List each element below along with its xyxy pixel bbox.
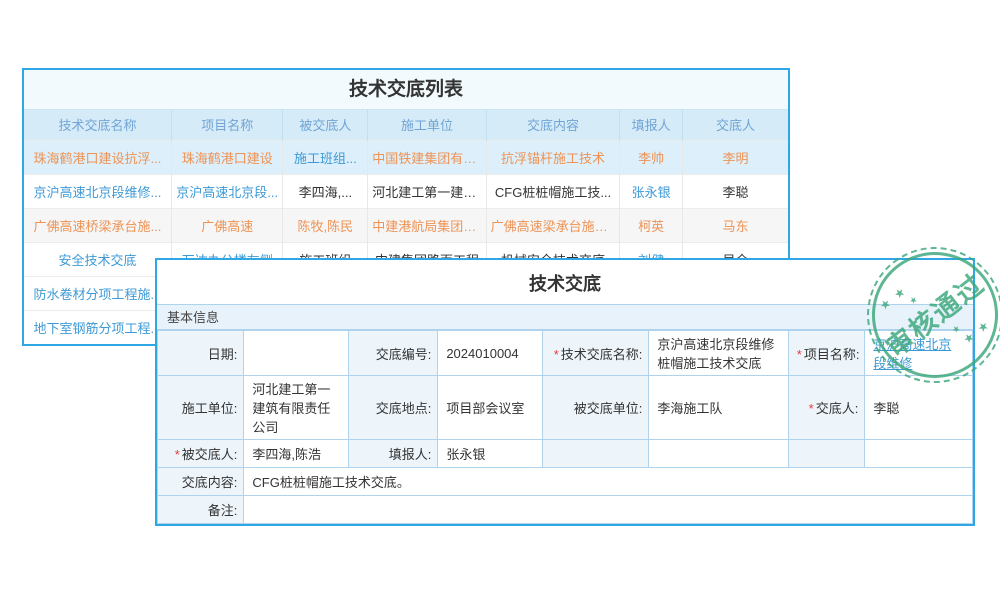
list-link-cell[interactable]: 京沪高速北京段...: [171, 174, 283, 208]
col-header-discloser: 交底人: [683, 110, 789, 140]
list-cell: 李帅: [620, 140, 683, 174]
list-cell: 李四海,...: [283, 174, 368, 208]
disclosure-form-panel: 技术交底 基本信息 日期: 交底编号: 2024010004 *技术交底名称: …: [155, 258, 975, 526]
list-cell: 珠海鹤港口建设抗浮...: [24, 140, 171, 174]
col-header-project-name: 项目名称: [171, 110, 283, 140]
list-cell: 李聪: [683, 174, 789, 208]
list-cell: 马东: [683, 208, 789, 242]
project-name-value: 京沪高速北京段维修: [865, 331, 973, 376]
list-cell: 河北建工第一建筑...: [368, 174, 486, 208]
section-basic-info: 基本信息: [157, 304, 973, 330]
table-row[interactable]: 珠海鹤港口建设抗浮...珠海鹤港口建设施工班组...中国铁建集团有限...抗浮锚…: [24, 140, 788, 174]
list-cell: 广佛高速梁承台施工...: [486, 208, 620, 242]
form-grid: 日期: 交底编号: 2024010004 *技术交底名称: 京沪高速北京段维修桩…: [157, 330, 973, 524]
builder-value: 河北建工第一建筑有限责任公司: [244, 376, 348, 440]
list-link-cell[interactable]: 防水卷材分项工程施...: [24, 276, 171, 310]
receivers-label: *被交底人:: [158, 440, 244, 468]
discloser-label: *交底人:: [788, 376, 865, 440]
number-value: 2024010004: [438, 331, 542, 376]
builder-label: 施工单位:: [158, 376, 244, 440]
disclosure-name-value: 京沪高速北京段维修桩帽施工技术交底: [649, 331, 788, 376]
place-label: 交底地点:: [348, 376, 438, 440]
list-title: 技术交底列表: [24, 70, 788, 110]
list-link-cell[interactable]: 施工班组...: [283, 140, 368, 174]
list-cell: CFG桩桩帽施工技...: [486, 174, 620, 208]
list-cell: 抗浮锚杆施工技术: [486, 140, 620, 174]
list-cell: 广佛高速: [171, 208, 283, 242]
form-title: 技术交底: [157, 260, 973, 304]
receive-unit-value: 李海施工队: [649, 376, 788, 440]
remark-label: 备注:: [158, 496, 244, 524]
project-name-label: *项目名称:: [788, 331, 865, 376]
list-link-cell[interactable]: 京沪高速北京段维修...: [24, 174, 171, 208]
empty-value-2: [865, 440, 973, 468]
table-header-row: 技术交底名称 项目名称 被交底人 施工单位 交底内容 填报人 交底人: [24, 110, 788, 140]
list-link-cell[interactable]: 张永银: [620, 174, 683, 208]
col-header-filler: 填报人: [620, 110, 683, 140]
list-link-cell[interactable]: 地下室钢筋分项工程...: [24, 310, 171, 344]
place-value: 项目部会议室: [438, 376, 542, 440]
col-header-disclosure-name: 技术交底名称: [24, 110, 171, 140]
empty-label-1: [542, 440, 649, 468]
project-link[interactable]: 京沪高速北京段维修: [873, 337, 951, 371]
number-label: 交底编号:: [348, 331, 438, 376]
col-header-receiver: 被交底人: [283, 110, 368, 140]
date-label: 日期:: [158, 331, 244, 376]
remark-value: [244, 496, 973, 524]
list-link-cell[interactable]: 安全技术交底: [24, 242, 171, 276]
date-value: [244, 331, 348, 376]
receivers-value: 李四海,陈浩: [244, 440, 348, 468]
disclosure-name-label: *技术交底名称:: [542, 331, 649, 376]
table-row[interactable]: 广佛高速桥梁承台施...广佛高速陈牧,陈民中建港航局集团有...广佛高速梁承台施…: [24, 208, 788, 242]
list-cell: 中建港航局集团有...: [368, 208, 486, 242]
receive-unit-label: 被交底单位:: [542, 376, 649, 440]
table-row[interactable]: 京沪高速北京段维修...京沪高速北京段...李四海,...河北建工第一建筑...…: [24, 174, 788, 208]
list-cell: 中国铁建集团有限...: [368, 140, 486, 174]
list-cell: 广佛高速桥梁承台施...: [24, 208, 171, 242]
discloser-value: 李聪: [865, 376, 973, 440]
list-cell: 李明: [683, 140, 789, 174]
filler-label: 填报人:: [348, 440, 438, 468]
content-label: 交底内容:: [158, 468, 244, 496]
list-cell: 珠海鹤港口建设: [171, 140, 283, 174]
filler-value: 张永银: [438, 440, 542, 468]
list-cell: 陈牧,陈民: [283, 208, 368, 242]
empty-value-1: [649, 440, 788, 468]
col-header-content: 交底内容: [486, 110, 620, 140]
col-header-builder: 施工单位: [368, 110, 486, 140]
content-value: CFG桩桩帽施工技术交底。: [244, 468, 973, 496]
list-cell: 柯英: [620, 208, 683, 242]
empty-label-2: [788, 440, 865, 468]
